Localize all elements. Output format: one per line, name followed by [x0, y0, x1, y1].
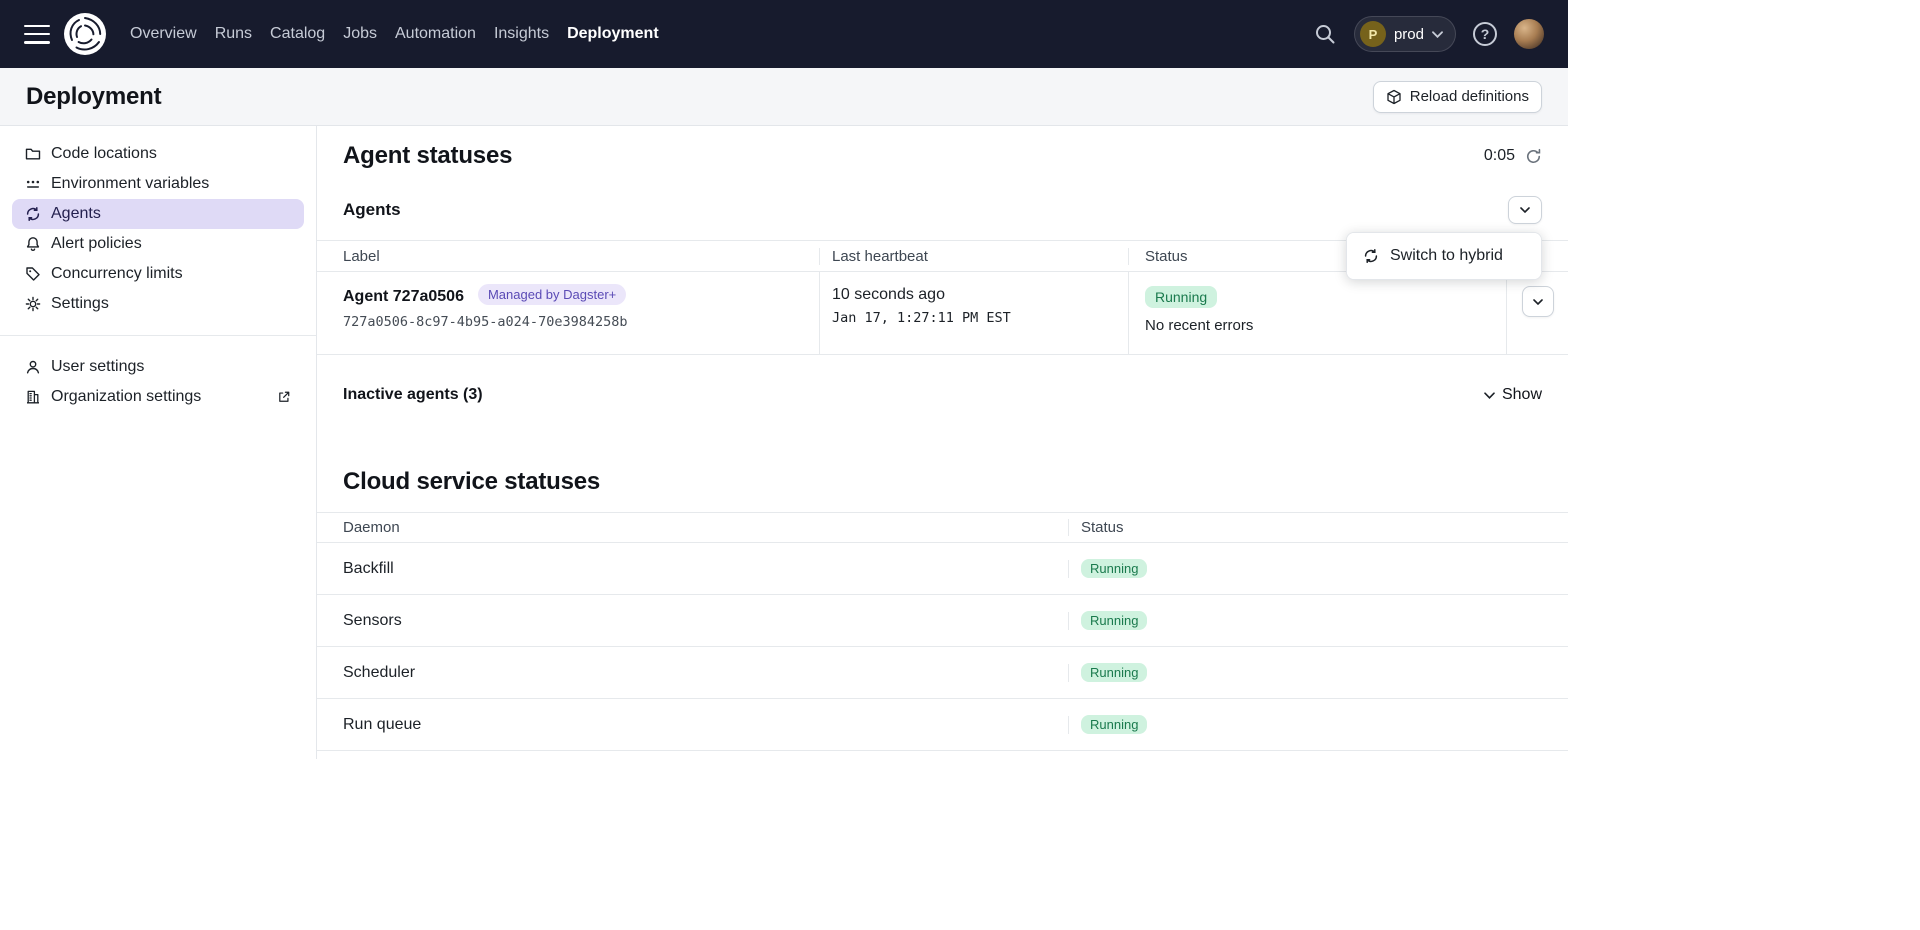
deployment-sidebar: Code locations Environment variables Age… [0, 126, 317, 759]
sidebar-item-user-settings[interactable]: User settings [12, 352, 304, 382]
gear-icon [25, 296, 41, 312]
status-badge: Running [1081, 663, 1147, 682]
status-badge: Running [1081, 611, 1147, 630]
agent-name: Agent 727a0506 [343, 288, 464, 305]
daemon-row: Scheduler Running [317, 647, 1568, 699]
sidebar-item-agents[interactable]: Agents [12, 199, 304, 229]
nav-item-insights[interactable]: Insights [494, 22, 549, 46]
cloud-services-table: Daemon Status Backfill Running Sensors R… [317, 512, 1568, 751]
status-badge: Running [1081, 715, 1147, 734]
daemon-row: Backfill Running [317, 543, 1568, 595]
external-link-icon [277, 390, 291, 404]
daemon-name: Run queue [317, 716, 1069, 734]
caret-down-icon [1520, 207, 1530, 213]
nav-item-deployment[interactable]: Deployment [567, 22, 659, 46]
app-window: Overview Runs Catalog Jobs Automation In… [0, 0, 1568, 760]
building-icon [25, 389, 41, 405]
chevron-down-icon [1484, 392, 1495, 399]
agent-statuses-title: Agent statuses [343, 142, 512, 170]
column-label: Label [317, 248, 820, 265]
daemon-name: Backfill [317, 560, 1069, 578]
chevron-down-icon [1432, 31, 1443, 38]
tag-icon [25, 266, 41, 282]
show-inactive-agents-link[interactable]: Show [1484, 386, 1542, 404]
dagster-logo-icon[interactable] [64, 13, 106, 55]
status-badge: Running [1081, 559, 1147, 578]
column-daemon: Daemon [317, 519, 1069, 536]
inactive-agents-heading: Inactive agents (3) [343, 386, 483, 404]
package-icon [1386, 89, 1402, 105]
nav-item-runs[interactable]: Runs [215, 22, 252, 46]
sidebar-item-organization-settings[interactable]: Organization settings [12, 382, 304, 412]
deployment-switcher[interactable]: P prod [1354, 16, 1456, 52]
agents-heading: Agents [343, 200, 401, 220]
agent-actions-dropdown-button[interactable] [1508, 196, 1542, 224]
agent-icon [25, 206, 41, 222]
status-badge: Running [1145, 286, 1217, 308]
agent-row: Agent 727a0506 Managed by Dagster+ 727a05… [317, 272, 1568, 355]
reload-definitions-button[interactable]: Reload definitions [1373, 81, 1542, 113]
nav-item-automation[interactable]: Automation [395, 22, 476, 46]
agent-actions-menu: Switch to hybrid [1346, 232, 1542, 280]
sidebar-item-environment-variables[interactable]: Environment variables [12, 169, 304, 199]
sidebar-item-settings[interactable]: Settings [12, 289, 304, 319]
sidebar-item-code-locations[interactable]: Code locations [12, 139, 304, 169]
screenshot-canvas: { "nav": { "items": [ {"label": "Overvie… [0, 0, 1920, 930]
page-header: Deployment Reload definitions [0, 68, 1568, 126]
user-avatar[interactable] [1514, 19, 1544, 49]
refresh-icon[interactable] [1525, 148, 1542, 165]
sidebar-item-concurrency-limits[interactable]: Concurrency limits [12, 259, 304, 289]
daemon-row: Run queue Running [317, 699, 1568, 751]
page-title: Deployment [26, 83, 161, 111]
help-icon[interactable]: ? [1473, 22, 1497, 46]
menu-icon[interactable] [24, 25, 50, 44]
folder-icon [25, 146, 41, 162]
menu-item-switch-to-hybrid[interactable]: Switch to hybrid [1347, 233, 1541, 279]
deployment-name: prod [1394, 26, 1424, 43]
heartbeat-timestamp: Jan 17, 1:27:11 PM EST [832, 310, 1128, 326]
top-nav: Overview Runs Catalog Jobs Automation In… [0, 0, 1568, 68]
nav-item-catalog[interactable]: Catalog [270, 22, 325, 46]
variables-icon [25, 176, 41, 192]
status-note: No recent errors [1145, 317, 1506, 334]
managed-badge: Managed by Dagster+ [478, 284, 626, 305]
column-last-heartbeat: Last heartbeat [820, 248, 1129, 265]
column-status: Status [1069, 519, 1568, 536]
cloud-table-header: Daemon Status [317, 513, 1568, 543]
sidebar-divider [0, 335, 316, 336]
main-content: Agent statuses 0:05 Agents [317, 126, 1568, 759]
daemon-name: Scheduler [317, 664, 1069, 682]
search-icon[interactable] [1313, 22, 1337, 46]
cloud-service-statuses-title: Cloud service statuses [343, 468, 1542, 496]
agent-icon [1363, 248, 1379, 264]
nav-item-jobs[interactable]: Jobs [343, 22, 377, 46]
agent-id: 727a0506-8c97-4b95-a024-70e3984258b [343, 314, 819, 330]
deployment-avatar: P [1360, 21, 1386, 47]
sidebar-item-alert-policies[interactable]: Alert policies [12, 229, 304, 259]
user-icon [25, 359, 41, 375]
nav-item-overview[interactable]: Overview [130, 22, 197, 46]
nav-right-cluster: P prod ? [1313, 16, 1544, 52]
primary-nav: Overview Runs Catalog Jobs Automation In… [130, 22, 659, 46]
daemon-name: Sensors [317, 612, 1069, 630]
bell-icon [25, 236, 41, 252]
refresh-countdown: 0:05 [1484, 147, 1542, 165]
daemon-row: Sensors Running [317, 595, 1568, 647]
agent-row-actions-button[interactable] [1522, 286, 1554, 317]
caret-down-icon [1533, 299, 1543, 305]
heartbeat-relative: 10 seconds ago [832, 286, 1128, 304]
